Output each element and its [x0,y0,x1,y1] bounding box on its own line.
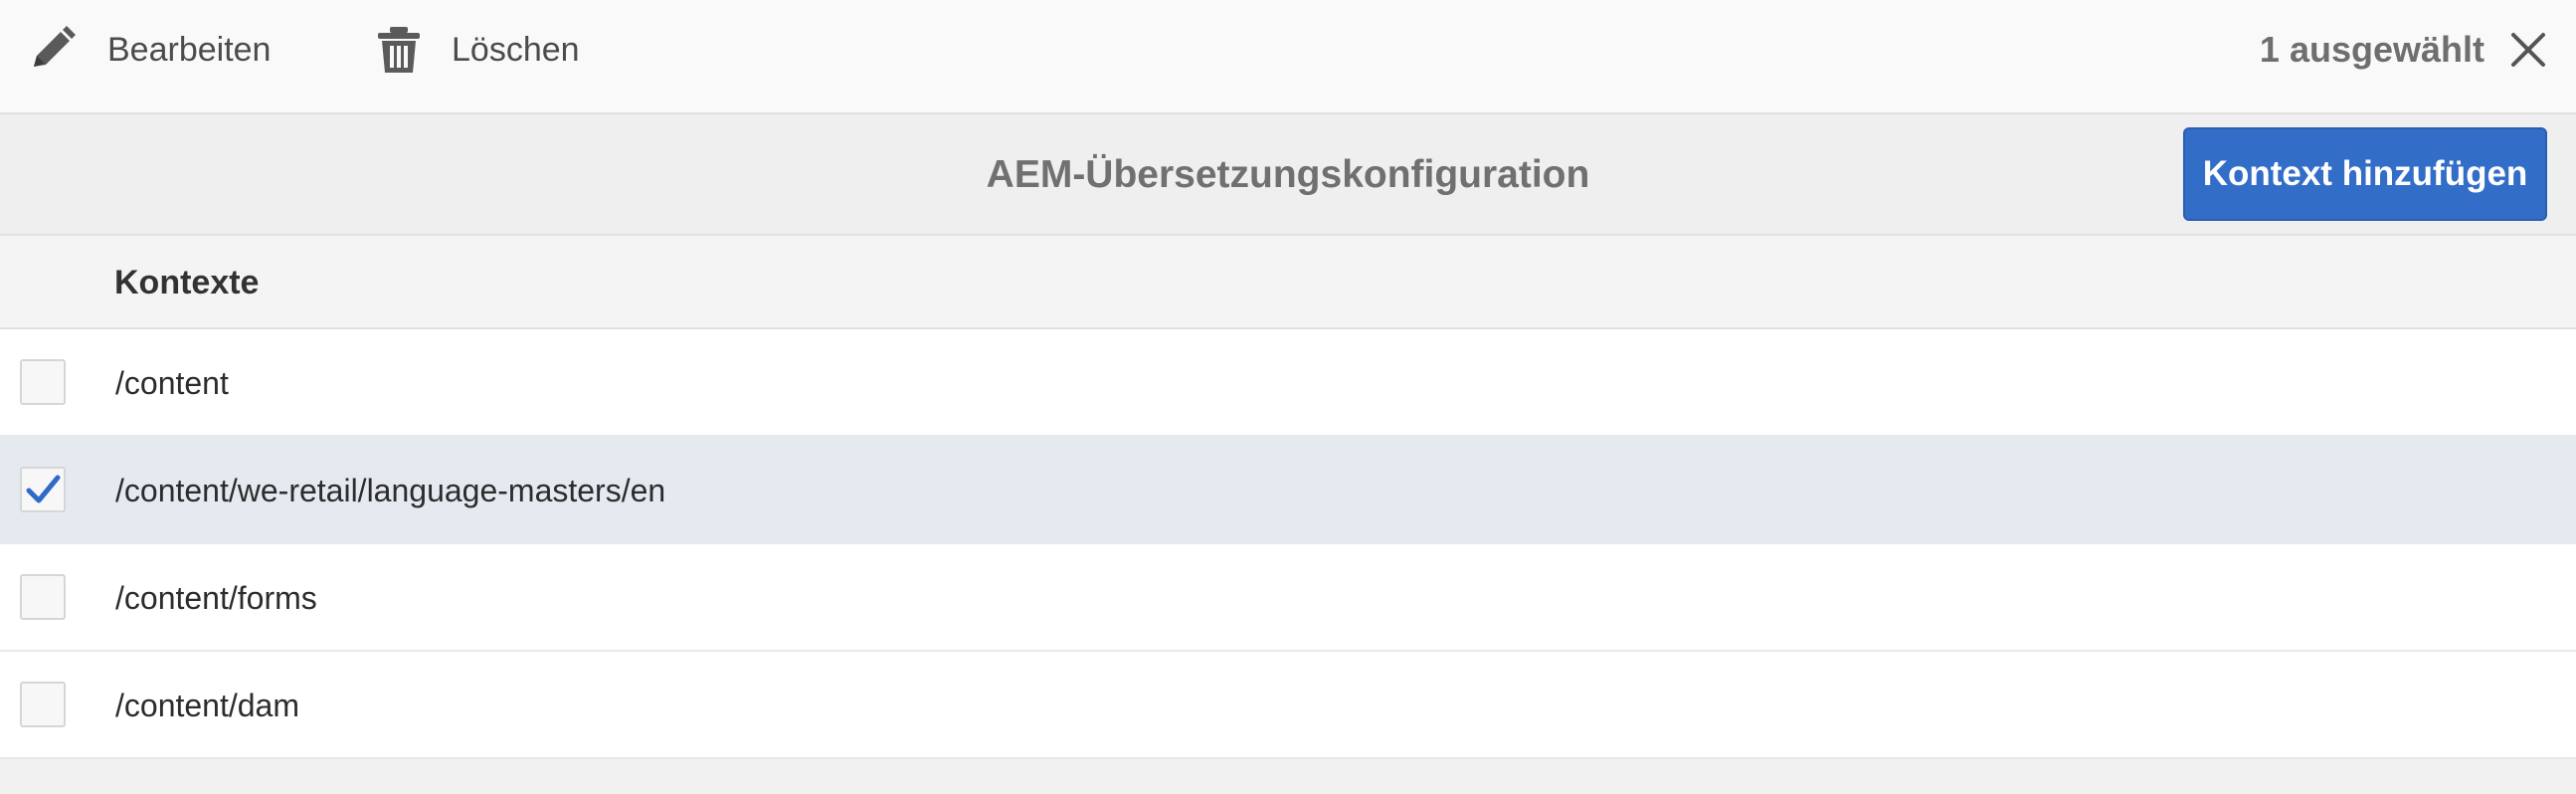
table-footer-space [0,759,2576,794]
action-bar: Bearbeiten Löschen 1 ausgewählt [0,0,2576,114]
edit-label: Bearbeiten [107,30,272,69]
contexts-table: Kontexte /content /content/we-retail/lan… [0,236,2576,794]
row-checkbox[interactable] [20,574,66,620]
column-header-contexts: Kontexte [114,263,260,301]
table-row[interactable]: /content/dam [0,652,2576,759]
row-checkbox[interactable] [20,467,66,512]
table-row[interactable]: /content [0,329,2576,437]
table-row[interactable]: /content/forms [0,544,2576,652]
trash-icon [376,25,422,75]
context-path: /content [115,364,229,401]
edit-button[interactable]: Bearbeiten [28,0,271,99]
delete-label: Löschen [452,30,580,69]
selection-status: 1 ausgewählt [2260,0,2576,99]
delete-button[interactable]: Löschen [376,0,580,99]
add-context-button[interactable]: Kontext hinzufügen [2183,127,2547,221]
context-path: /content/forms [115,579,317,616]
title-bar: AEM-Übersetzungskonfiguration Kontext hi… [0,114,2576,236]
table-header: Kontexte [0,236,2576,329]
row-checkbox[interactable] [20,359,66,405]
selection-count: 1 ausgewählt [2259,29,2484,70]
pencil-icon [28,25,78,75]
close-selection-button[interactable] [2508,30,2548,70]
row-checkbox[interactable] [20,682,66,727]
context-path: /content/dam [115,687,299,723]
table-row[interactable]: /content/we-retail/language-masters/en [0,437,2576,544]
checkmark-icon [26,475,61,503]
close-icon [2511,33,2545,67]
context-path: /content/we-retail/language-masters/en [115,472,666,508]
